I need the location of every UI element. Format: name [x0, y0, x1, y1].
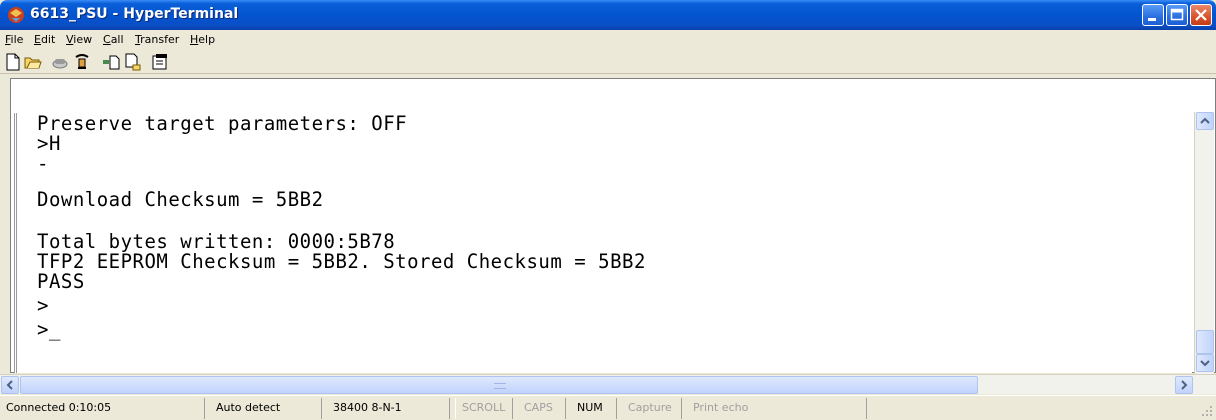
- status-caps: CAPS: [518, 398, 566, 419]
- scroll-right-button[interactable]: [1175, 376, 1193, 394]
- properties-icon[interactable]: [151, 53, 169, 71]
- send-icon[interactable]: [102, 53, 120, 71]
- terminal-line: Total bytes written: 0000:5B78: [37, 229, 396, 254]
- menu-file[interactable]: File: [5, 33, 23, 46]
- status-print-echo: Print echo: [687, 398, 867, 419]
- terminal-line: >: [37, 293, 49, 318]
- open-icon[interactable]: [24, 53, 42, 71]
- terminal-line: -: [37, 151, 49, 176]
- terminal-line: TFP2 EEPROM Checksum = 5BB2. Stored Chec…: [37, 249, 646, 274]
- menu-call[interactable]: Call: [103, 33, 124, 46]
- window-title: 6613_PSU - HyperTerminal: [30, 6, 239, 22]
- status-detect: Auto detect: [210, 398, 322, 419]
- horizontal-scroll-thumb[interactable]: [20, 376, 978, 394]
- hyperterminal-icon: [8, 7, 24, 23]
- maximize-button[interactable]: [1166, 4, 1188, 26]
- scroll-grip: [494, 383, 506, 389]
- connect-icon[interactable]: [51, 53, 69, 71]
- status-connected: Connected 0:10:05: [0, 398, 205, 419]
- minimize-button[interactable]: [1142, 4, 1164, 26]
- chevron-down-icon: [1200, 360, 1210, 367]
- minimize-icon: [1148, 18, 1156, 21]
- status-port: 38400 8-N-1: [327, 398, 450, 419]
- chevron-right-icon: [1181, 380, 1188, 390]
- status-num: NUM: [571, 398, 617, 419]
- title-bar[interactable]: 6613_PSU - HyperTerminal: [0, 0, 1216, 30]
- terminal-line: >H: [37, 131, 61, 156]
- horizontal-scrollbar[interactable]: [0, 374, 1216, 394]
- menu-help[interactable]: Help: [190, 33, 215, 46]
- terminal-line: Preserve target parameters: OFF: [37, 111, 408, 136]
- terminal-line: Download Checksum = 5BB2: [37, 187, 324, 212]
- maximize-icon: [1170, 8, 1184, 21]
- terminal-line: PASS: [37, 269, 85, 294]
- scroll-up-button[interactable]: [1196, 112, 1214, 130]
- scroll-left-button[interactable]: [1, 376, 19, 394]
- menu-view[interactable]: View: [66, 33, 92, 46]
- disconnect-icon[interactable]: [73, 53, 91, 71]
- receive-icon[interactable]: [124, 53, 142, 71]
- menu-bar: File Edit View Call Transfer Help: [0, 30, 1216, 50]
- resize-grip-icon[interactable]: [1200, 404, 1214, 418]
- terminal-line: >_: [37, 317, 61, 342]
- status-bar: Connected 0:10:05 Auto detect 38400 8-N-…: [0, 395, 1216, 420]
- toolbar: [0, 50, 1216, 74]
- close-icon: [1195, 9, 1207, 21]
- menu-transfer[interactable]: Transfer: [135, 33, 179, 46]
- status-scroll: SCROLL: [455, 398, 513, 419]
- terminal-screen[interactable]: Preserve target parameters: OFF >H - Dow…: [14, 113, 1192, 373]
- new-icon[interactable]: [4, 53, 22, 71]
- scroll-down-button[interactable]: [1196, 354, 1214, 372]
- close-button[interactable]: [1190, 4, 1212, 26]
- menu-edit[interactable]: Edit: [34, 33, 55, 46]
- vertical-scrollbar[interactable]: [1194, 112, 1214, 374]
- status-capture: Capture: [622, 398, 682, 419]
- chevron-left-icon: [6, 380, 13, 390]
- chevron-up-icon: [1200, 117, 1210, 124]
- vertical-scroll-thumb[interactable]: [1196, 330, 1214, 354]
